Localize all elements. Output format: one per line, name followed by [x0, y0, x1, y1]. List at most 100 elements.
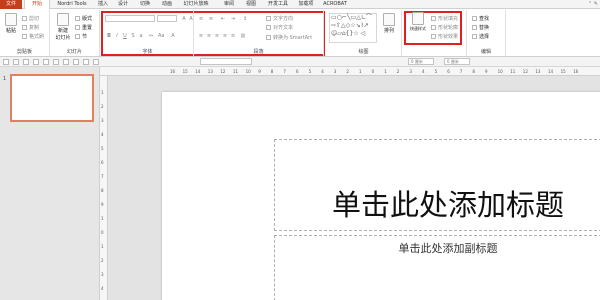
- ruler-tick: 12: [220, 69, 226, 74]
- reset-button[interactable]: 重置: [75, 24, 92, 31]
- replace-button[interactable]: 替换: [472, 24, 489, 31]
- distributed-icon[interactable]: ≡: [230, 33, 236, 39]
- font-size-combo[interactable]: [157, 15, 177, 22]
- ruler-tick: 11: [233, 69, 239, 74]
- font-color-icon[interactable]: A: [170, 33, 176, 39]
- ruler-tick: 13: [535, 69, 541, 74]
- copy-label: 复制: [29, 25, 40, 31]
- ruler-tick: 11: [510, 69, 516, 74]
- ruler-tick: 16: [170, 69, 176, 74]
- layout-icon: [75, 16, 80, 21]
- shape-outline-button[interactable]: 形状轮廓: [431, 24, 458, 31]
- start-slideshow-icon[interactable]: [43, 59, 49, 65]
- shape-outline-icon: [431, 25, 436, 30]
- undo-icon[interactable]: [13, 59, 19, 65]
- tab-insert[interactable]: 插入: [96, 0, 110, 9]
- powerpoint-window: 文件 开始 Nordri Tools 插入 设计 切换 动画 幻灯片放映 审阅 …: [0, 0, 600, 300]
- strikethrough-icon[interactable]: a: [138, 33, 144, 39]
- tab-slideshow[interactable]: 幻灯片放映: [180, 0, 212, 9]
- ruler-tick: 2: [346, 69, 349, 74]
- draw-table-icon[interactable]: [83, 59, 89, 65]
- tab-design[interactable]: 设计: [116, 0, 130, 9]
- font-name-combo[interactable]: [105, 15, 155, 22]
- justify-icon[interactable]: ≡: [222, 33, 228, 39]
- save-icon[interactable]: [3, 59, 9, 65]
- copy-button[interactable]: 复制: [22, 24, 39, 31]
- slide-thumbnail[interactable]: [10, 74, 94, 122]
- format-painter-button[interactable]: 格式刷: [22, 33, 44, 40]
- ruler-tick: 10: [497, 69, 503, 74]
- ribbon-options-icon[interactable]: ⌃ ✎: [588, 1, 598, 7]
- ruler-tick: 13: [207, 69, 213, 74]
- tab-addins[interactable]: 加载项: [296, 0, 316, 9]
- group-drawing: ▭○⌐╲▭△∟⌒ ⇨⇧△◇☆↘⌇↗ ☺▱⌂{}☆ ◁ 排列 绘图: [326, 10, 402, 56]
- underline-icon[interactable]: U: [122, 33, 128, 39]
- tab-view[interactable]: 视图: [244, 0, 258, 9]
- spell-check-icon[interactable]: [73, 59, 79, 65]
- align-left-icon[interactable]: ≡: [198, 33, 204, 39]
- tab-developer[interactable]: 开发工具: [266, 0, 290, 9]
- shadow-icon[interactable]: S: [130, 33, 136, 39]
- format-painter-icon: [22, 34, 27, 39]
- open-icon[interactable]: [53, 59, 59, 65]
- subtitle-placeholder[interactable]: 单击此处添加副标题: [274, 235, 600, 300]
- new-slide-button[interactable]: 新建 幻灯片: [53, 13, 73, 43]
- decrease-indent-icon[interactable]: ⇤: [220, 16, 226, 22]
- section-icon: [75, 34, 80, 39]
- tab-review[interactable]: 审阅: [222, 0, 236, 9]
- qat-combo-font[interactable]: [200, 58, 252, 65]
- align-text-button[interactable]: 对齐文本: [266, 24, 293, 31]
- format-painter-label: 格式刷: [29, 34, 45, 40]
- text-direction-button[interactable]: 文字方向: [266, 15, 293, 22]
- vruler-tick: 2: [101, 258, 104, 263]
- tab-transitions[interactable]: 切换: [138, 0, 152, 9]
- ruler-tick: 16: [573, 69, 579, 74]
- align-right-icon[interactable]: ≡: [214, 33, 220, 39]
- shape-effects-icon: [431, 34, 436, 39]
- ruler-tick: 4: [321, 69, 324, 74]
- qat-combo-height[interactable]: 0 厘米: [408, 58, 434, 65]
- tab-animations[interactable]: 动画: [160, 0, 174, 9]
- shape-fill-label: 形状填充: [438, 16, 459, 22]
- cut-button[interactable]: 剪切: [22, 15, 39, 22]
- tab-nordri-tools[interactable]: Nordri Tools: [52, 0, 92, 9]
- change-case-icon[interactable]: Aa: [158, 33, 164, 39]
- slide[interactable]: 单击此处添加标题 单击此处添加副标题: [162, 92, 600, 300]
- shape-effects-button[interactable]: 形状效果: [431, 33, 458, 40]
- align-center-icon[interactable]: ≡: [206, 33, 212, 39]
- tab-acrobat[interactable]: ACROBAT: [320, 0, 350, 9]
- line-spacing-icon[interactable]: ↕: [242, 16, 248, 22]
- quick-styles-button[interactable]: 快速样式: [408, 12, 428, 42]
- columns-icon[interactable]: ▥: [240, 33, 246, 39]
- horizontal-ruler: 16 15 14 13 12 11 10 9 8 7 6 5 4 3 2 1 0 1 2 3 4 5 6 7 8 9 10 11 12 1…: [100, 67, 600, 76]
- increase-indent-icon[interactable]: ⇥: [230, 16, 236, 22]
- print-icon[interactable]: [63, 59, 69, 65]
- reset-icon: [75, 25, 80, 30]
- convert-smartart-button[interactable]: 转换为 SmartArt: [266, 34, 312, 41]
- find-button[interactable]: 查找: [472, 15, 489, 22]
- layout-button[interactable]: 版式: [75, 15, 92, 22]
- shape-fill-button[interactable]: 形状填充: [431, 15, 458, 22]
- char-spacing-icon[interactable]: ↔: [148, 33, 154, 39]
- clipboard-group-label: 剪贴板: [16, 49, 32, 55]
- section-button[interactable]: 节: [75, 33, 87, 40]
- numbering-icon[interactable]: ≡: [208, 16, 214, 22]
- bullets-icon[interactable]: ≡: [198, 16, 204, 22]
- title-placeholder-text: 单击此处添加标题: [331, 188, 564, 222]
- qat-combo-width[interactable]: 0 厘米: [444, 58, 470, 65]
- grow-font-icon[interactable]: A: [181, 16, 187, 22]
- title-placeholder[interactable]: 单击此处添加标题: [274, 139, 600, 231]
- repeat-icon[interactable]: [33, 59, 39, 65]
- ruler-tick: 4: [422, 69, 425, 74]
- select-button[interactable]: 选择: [472, 33, 489, 40]
- italic-icon[interactable]: I: [114, 33, 120, 39]
- paste-button[interactable]: 粘贴: [2, 13, 20, 43]
- new-slide-label: 新建 幻灯片: [55, 28, 71, 41]
- arrange-button[interactable]: 排列: [380, 13, 398, 43]
- redo-icon[interactable]: [23, 59, 29, 65]
- ruler-tick: 2: [396, 69, 400, 74]
- tab-file[interactable]: 文件: [0, 0, 22, 9]
- bold-icon[interactable]: B: [106, 33, 112, 39]
- shapes-gallery[interactable]: ▭○⌐╲▭△∟⌒ ⇨⇧△◇☆↘⌇↗ ☺▱⌂{}☆ ◁: [329, 13, 377, 43]
- shape-icon[interactable]: [93, 59, 99, 65]
